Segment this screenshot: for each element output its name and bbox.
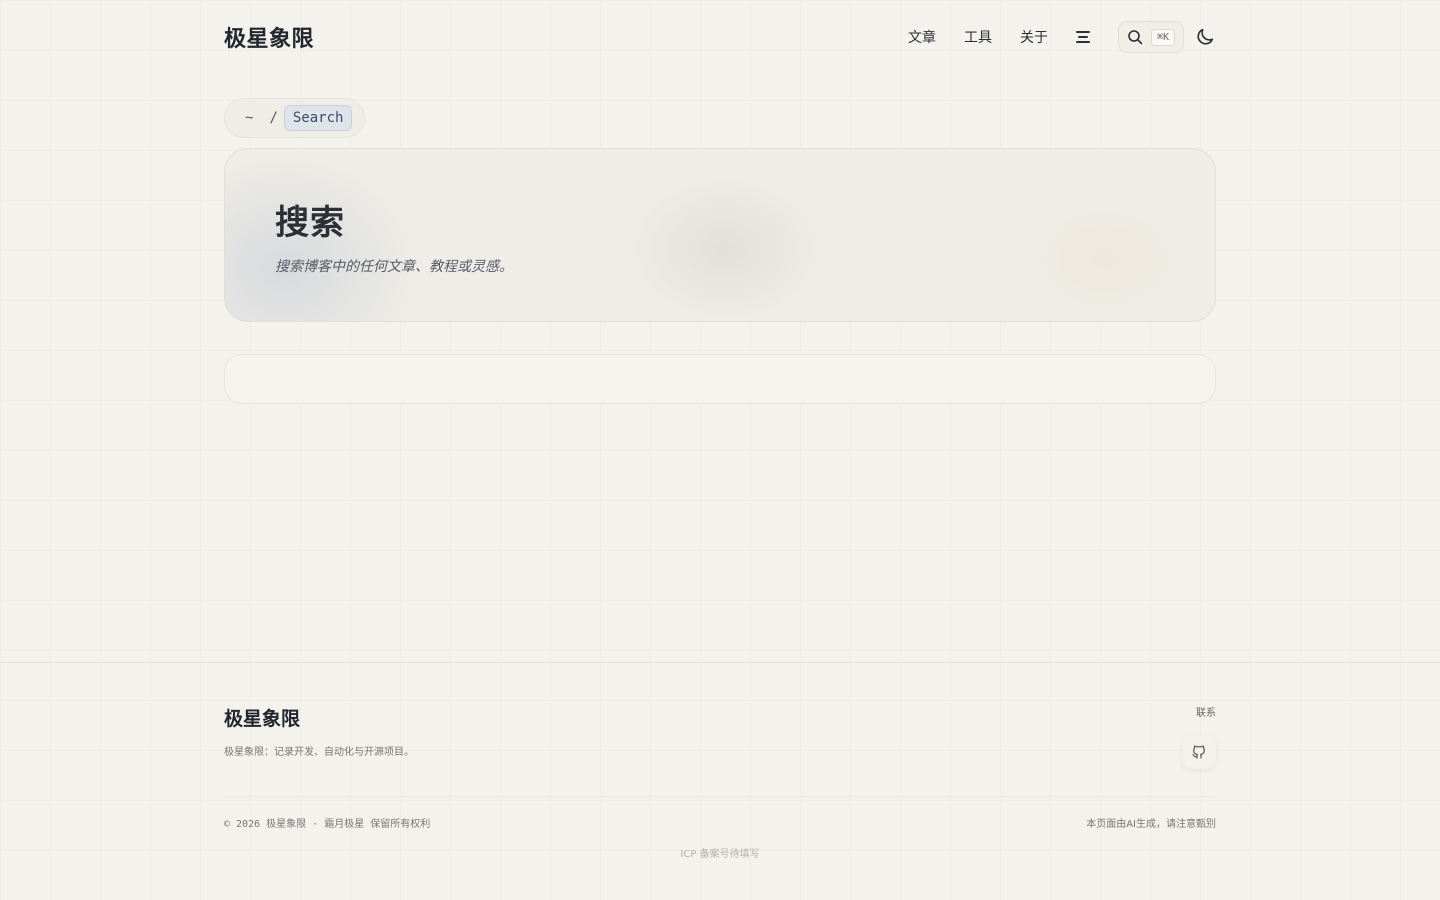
footer-contact: 联系 [1182, 704, 1216, 769]
page-hero: 搜索 搜索博客中的任何文章、教程或灵感。 [224, 148, 1216, 322]
footer-description: 极星象限：记录开发、自动化与开源项目。 [224, 747, 414, 758]
nav-link-articles[interactable]: 文章 [908, 27, 936, 47]
footer-logo[interactable]: 极星象限 [224, 704, 414, 731]
site-logo[interactable]: 极星象限 [224, 21, 314, 53]
ai-notice: 本页面由AI生成，请注意甄别 [1086, 819, 1216, 830]
theme-toggle-button[interactable] [1194, 26, 1216, 48]
breadcrumb-home[interactable]: ~ [245, 110, 253, 126]
search-button[interactable]: ⌘K [1117, 21, 1184, 53]
footer-bottom: © 2026 极星象限 · 霜月极星 保留所有权利 本页面由AI生成，请注意甄别 [224, 815, 1216, 830]
footer-brand: 极星象限 极星象限：记录开发、自动化与开源项目。 [224, 704, 414, 769]
breadcrumb-separator: / [269, 110, 278, 126]
footer-main: 极星象限 极星象限：记录开发、自动化与开源项目。 联系 [224, 704, 1216, 769]
github-icon [1192, 745, 1205, 759]
page-subtitle: 搜索博客中的任何文章、教程或灵感。 [275, 259, 513, 275]
search-shortcut-badge: ⌘K [1150, 28, 1175, 46]
page-title: 搜索 [275, 203, 345, 243]
breadcrumb: ~ / Search [224, 98, 366, 138]
search-box [224, 354, 1216, 404]
footer-divider [224, 796, 1216, 797]
moon-icon [1197, 28, 1214, 45]
github-link[interactable] [1182, 735, 1216, 769]
copyright-text: © 2026 极星象限 · 霜月极星 保留所有权利 [224, 819, 431, 830]
site-header: 极星象限 文章 工具 关于 ⌘K [224, 14, 1216, 60]
icp-notice[interactable]: ICP 备案号待填写 [0, 845, 1440, 860]
search-icon [1128, 30, 1143, 45]
main-nav: 文章 工具 关于 ⌘K [908, 21, 1216, 53]
footer-contact-label: 联系 [1196, 708, 1216, 719]
footer-top-divider [0, 662, 1440, 663]
nav-link-tools[interactable]: 工具 [964, 27, 992, 47]
breadcrumb-wrapper: ~ / Search [224, 98, 1216, 138]
search-input[interactable] [225, 355, 1215, 403]
menu-icon[interactable] [1075, 29, 1094, 45]
nav-link-about[interactable]: 关于 [1020, 27, 1048, 47]
breadcrumb-current: Search [283, 105, 353, 131]
